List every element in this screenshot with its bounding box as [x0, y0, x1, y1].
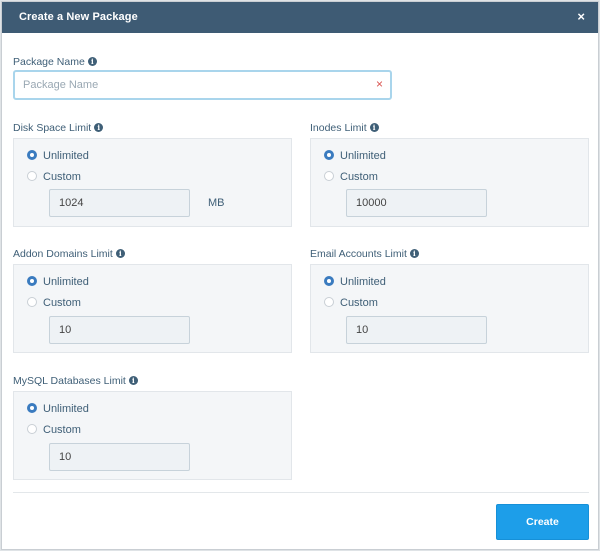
- inodes-unlimited-radio[interactable]: Unlimited: [324, 150, 386, 162]
- mysql-databases-panel: Unlimited Custom: [13, 391, 292, 480]
- addon-domains-custom-radio[interactable]: Custom: [27, 297, 81, 309]
- radio-label: Custom: [340, 297, 378, 309]
- radio-checked-icon: [27, 276, 37, 286]
- email-accounts-panel: Unlimited Custom: [310, 264, 589, 353]
- radio-label: Unlimited: [340, 150, 386, 162]
- radio-label: Custom: [43, 297, 81, 309]
- email-accounts-custom-radio[interactable]: Custom: [324, 297, 378, 309]
- mysql-databases-unlimited-radio[interactable]: Unlimited: [27, 403, 89, 415]
- email-accounts-unlimited-radio[interactable]: Unlimited: [324, 276, 386, 288]
- radio-label: Custom: [43, 424, 81, 436]
- disk-space-label-text: Disk Space Limit: [13, 122, 92, 134]
- package-name-label: Package Name i: [13, 56, 97, 68]
- info-icon[interactable]: i: [369, 123, 379, 132]
- clear-icon[interactable]: ×: [376, 77, 383, 91]
- close-icon[interactable]: ×: [577, 10, 585, 24]
- disk-space-custom-radio[interactable]: Custom: [27, 171, 81, 183]
- radio-checked-icon: [27, 403, 37, 413]
- info-icon[interactable]: i: [409, 249, 419, 258]
- disk-space-unlimited-radio[interactable]: Unlimited: [27, 150, 89, 162]
- email-accounts-input[interactable]: [346, 316, 487, 344]
- disk-space-label: Disk Space Limit i: [13, 122, 104, 134]
- radio-label: Custom: [340, 171, 378, 183]
- addon-domains-panel: Unlimited Custom: [13, 264, 292, 353]
- radio-label: Unlimited: [43, 150, 89, 162]
- mysql-databases-label: MySQL Databases Limit i: [13, 375, 138, 387]
- create-button[interactable]: Create: [496, 504, 589, 540]
- info-icon[interactable]: i: [94, 123, 104, 132]
- footer-divider: [13, 492, 589, 493]
- info-icon[interactable]: i: [128, 376, 138, 385]
- radio-checked-icon: [27, 150, 37, 160]
- radio-checked-icon: [324, 276, 334, 286]
- modal-title: Create a New Package: [19, 11, 138, 23]
- package-name-label-text: Package Name: [13, 56, 85, 68]
- package-name-input[interactable]: [23, 76, 363, 94]
- radio-unchecked-icon: [27, 171, 37, 181]
- addon-domains-label: Addon Domains Limit i: [13, 248, 125, 260]
- inodes-label-text: Inodes Limit: [310, 122, 367, 134]
- radio-label: Custom: [43, 171, 81, 183]
- create-package-modal: Create a New Package × Package Namei × D…: [1, 1, 599, 550]
- mysql-databases-custom-radio[interactable]: Custom: [27, 424, 81, 436]
- radio-unchecked-icon: [27, 424, 37, 434]
- info-icon[interactable]: i: [115, 249, 125, 258]
- email-accounts-label: Email Accounts Limit i: [310, 248, 419, 260]
- inodes-input[interactable]: [346, 189, 487, 217]
- mysql-databases-label-text: MySQL Databases Limit: [13, 375, 126, 387]
- package-name-field: ×: [13, 70, 392, 100]
- modal-header: Create a New Package ×: [2, 2, 598, 33]
- inodes-label: Inodes Limit i: [310, 122, 379, 134]
- radio-unchecked-icon: [324, 297, 334, 307]
- radio-label: Unlimited: [43, 403, 89, 415]
- disk-space-input[interactable]: [49, 189, 190, 217]
- inodes-custom-radio[interactable]: Custom: [324, 171, 378, 183]
- addon-domains-label-text: Addon Domains Limit: [13, 248, 113, 260]
- radio-checked-icon: [324, 150, 334, 160]
- mysql-databases-input[interactable]: [49, 443, 190, 471]
- info-icon[interactable]: i: [87, 57, 97, 66]
- radio-unchecked-icon: [324, 171, 334, 181]
- email-accounts-label-text: Email Accounts Limit: [310, 248, 407, 260]
- addon-domains-unlimited-radio[interactable]: Unlimited: [27, 276, 89, 288]
- disk-space-panel: Unlimited Custom MB: [13, 138, 292, 227]
- addon-domains-input[interactable]: [49, 316, 190, 344]
- radio-label: Unlimited: [43, 276, 89, 288]
- disk-space-unit: MB: [208, 197, 225, 209]
- inodes-panel: Unlimited Custom: [310, 138, 589, 227]
- radio-unchecked-icon: [27, 297, 37, 307]
- radio-label: Unlimited: [340, 276, 386, 288]
